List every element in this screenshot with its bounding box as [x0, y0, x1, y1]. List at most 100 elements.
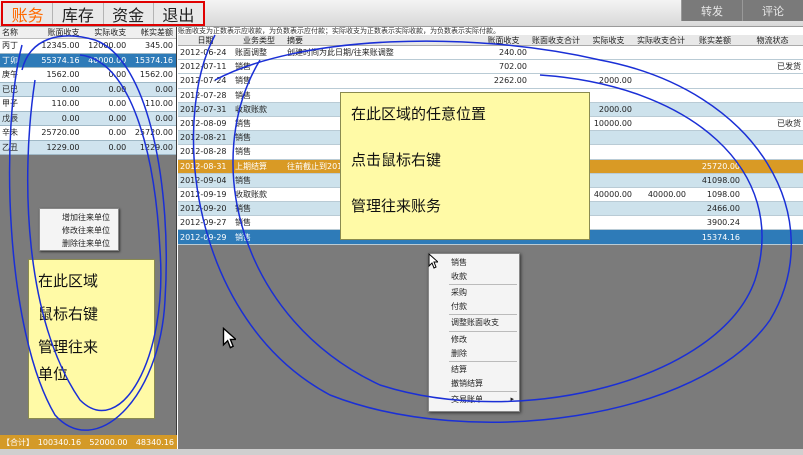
col-book[interactable]: 账面收支 [478, 35, 529, 46]
partner-cell: 12000.00 [88, 41, 127, 51]
ledger-row[interactable]: 2012-07-24 销售 2262.00 2000.00 [178, 74, 803, 89]
partner-cell: 12345.00 [41, 41, 80, 51]
menu-item[interactable]: 删除 [429, 347, 519, 361]
partner-cell: 0.00 [155, 113, 173, 123]
note-line: 管理往来 [38, 338, 99, 356]
partner-cell: 15374.16 [134, 55, 173, 65]
tab-exit[interactable]: 退出 [154, 3, 203, 25]
ledger-cell: 销售 [235, 204, 251, 214]
tab-inventory[interactable]: 库存 [53, 3, 104, 25]
menu-separator [449, 330, 517, 332]
tab-funds[interactable]: 资金 [104, 3, 154, 25]
ledger-context-menu: 销售 收款采购付款调整账面收支修改 删除结算撤销结算交易账单 ▸ [428, 253, 520, 412]
menu-item[interactable]: 修改 [429, 333, 519, 347]
partner-list-panel: 名称 账面收支 实际收支 帐实差额 丙丁 12345.00 12000.00 345.… [0, 27, 177, 449]
menu-item[interactable]: 结算 [429, 363, 519, 377]
ledger-cell: 销售 [235, 175, 251, 185]
menu-item[interactable]: 付款 [429, 300, 519, 314]
ledger-cell: 已发货 [777, 62, 801, 72]
partner-rows: 丙丁 12345.00 12000.00 345.00 丁卯 55374.16 40000.… [0, 39, 176, 155]
tab-accounts[interactable]: 账务 [3, 3, 54, 25]
ledger-cell: 2012-07-11 [180, 62, 227, 72]
partner-cell: 55374.16 [41, 55, 80, 65]
ledger-cell: 销售 [235, 147, 251, 157]
partner-row[interactable]: 庚午 1562.00 0.00 1562.00 [0, 68, 176, 83]
partner-cell: 0.00 [61, 113, 80, 123]
menu-edit-partner[interactable]: 修改往来单位 [40, 224, 118, 237]
partner-cell: 0.00 [108, 128, 127, 138]
ledger-cell: 2012-08-09 [180, 119, 227, 129]
menu-item[interactable]: 交易账单 ▸ [429, 393, 519, 407]
menu-item[interactable]: 撤销结算 [429, 377, 519, 391]
menu-item-label: 采购 [451, 288, 467, 298]
menu-delete-partner[interactable]: 删除往来单位 [40, 237, 118, 250]
forward-button[interactable]: 转发 [681, 0, 742, 21]
note-line: 鼠标右键 [38, 305, 99, 323]
partner-row[interactable]: 甲子 110.00 0.00 110.00 [0, 97, 176, 112]
ledger-cell: 2012-08-31 [180, 161, 227, 171]
partner-row[interactable]: 乙丑 1229.00 0.00 1229.00 [0, 140, 176, 155]
total-actual: 52000.00 [89, 437, 128, 447]
menu-item-label: 删除 [451, 348, 467, 358]
partner-row[interactable]: 辛未 25720.00 0.00 25720.00 [0, 126, 176, 141]
col-diff[interactable]: 账实差额 [688, 35, 742, 46]
ledger-cell: 2012-08-28 [180, 147, 227, 157]
note-line: 管理往来账务 [351, 197, 442, 215]
menu-item-label: 撤销结算 [451, 378, 483, 388]
col-type[interactable]: 业务类型 [233, 35, 285, 46]
partner-row[interactable]: 丙丁 12345.00 12000.00 345.00 [0, 39, 176, 54]
ledger-cell: 2012-09-19 [180, 189, 227, 199]
menu-item-label: 结算 [451, 365, 467, 375]
menu-add-partner[interactable]: 增加往来单位 [40, 211, 118, 224]
partner-cell: 0.00 [108, 113, 127, 123]
col-name[interactable]: 名称 [0, 27, 36, 38]
col-actual-total[interactable]: 实际收支合计 [634, 35, 688, 46]
col-date[interactable]: 日期 [178, 35, 233, 46]
ledger-cell: 销售 [235, 76, 251, 86]
col-summary[interactable]: 摘要 [285, 35, 478, 46]
ledger-cell: 2012-07-31 [180, 104, 227, 114]
ledger-cell: 销售 [235, 133, 251, 143]
total-book: 100340.16 [37, 437, 82, 447]
ledger-row[interactable]: 2012-07-11 销售 702.00 已发货 [178, 60, 803, 75]
ledger-cell: 2012-09-27 [180, 218, 227, 228]
left-help-note: 在此区域 鼠标右键 管理往来 单位 [28, 259, 155, 419]
menu-item-label: 调整账面收支 [451, 318, 499, 328]
col-actual[interactable]: 实际收支 [83, 27, 130, 38]
partner-cell: 1229.00 [139, 142, 173, 152]
col-diff[interactable]: 帐实差额 [129, 27, 176, 38]
partner-cell: 0.00 [155, 84, 173, 94]
ledger-cell: 销售 [235, 218, 251, 228]
col-book-total[interactable]: 账面收支合计 [529, 35, 583, 46]
menu-item[interactable]: 收款 [429, 270, 519, 284]
col-logistics[interactable]: 物流状态 [742, 35, 803, 46]
partner-cell: 戊辰 [2, 113, 18, 123]
menu-item[interactable]: 采购 [429, 286, 519, 300]
ledger-cell: 2012-09-29 [180, 232, 227, 242]
ledger-cell: 40000.00 [593, 189, 632, 199]
ledger-cell: 1098.00 [706, 189, 740, 199]
partner-row[interactable]: 戊辰 0.00 0.00 0.00 [0, 111, 176, 126]
ledger-cell: 收取账款 [235, 189, 267, 199]
ledger-cell: 销售 [235, 90, 251, 100]
comment-button[interactable]: 评论 [742, 0, 803, 21]
col-actual[interactable]: 实际收支 [583, 35, 634, 46]
ledger-row[interactable]: 2012-06-24 账面调整 创建时间为此日期/往来账调整 240.00 [178, 46, 803, 61]
ledger-cell: 2012-08-21 [180, 133, 227, 143]
mouse-cursor-icon [428, 253, 438, 269]
ledger-cell: 3900.24 [706, 218, 740, 228]
partner-list-header: 名称 账面收支 实际收支 帐实差额 [0, 27, 176, 39]
col-book[interactable]: 账面收支 [36, 27, 83, 38]
menu-item[interactable]: 销售 [429, 256, 519, 270]
partner-cell: 0.00 [61, 84, 80, 94]
partner-cell: 甲子 [2, 99, 18, 109]
ledger-cell: 上期结算 [235, 161, 267, 171]
partner-total-row: 【合计】 100340.16 52000.00 48340.16 [0, 435, 177, 449]
menu-item[interactable]: 调整账面收支 [429, 316, 519, 330]
partner-row[interactable]: 已巳 0.00 0.00 0.00 [0, 82, 176, 97]
note-line: 在此区域 [38, 272, 99, 290]
partner-context-menu: 增加往来单位 修改往来单位 删除往来单位 [39, 208, 119, 251]
status-bar [0, 449, 803, 455]
ledger-cell: 已收货 [777, 119, 801, 129]
partner-row[interactable]: 丁卯 55374.16 40000.00 15374.16 [0, 53, 176, 68]
